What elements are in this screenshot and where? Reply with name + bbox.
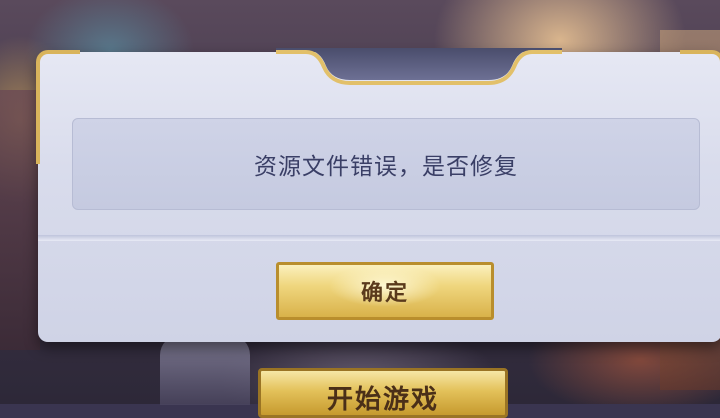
- background-character-left: [0, 90, 40, 350]
- dialog-divider: [38, 235, 720, 241]
- background-character-bottom: [160, 335, 250, 405]
- dialog-crest-ornament: [276, 48, 562, 85]
- confirm-button[interactable]: 确定: [276, 262, 494, 320]
- dialog-gold-border-right: [680, 50, 720, 94]
- message-panel: 资源文件错误，是否修复: [72, 118, 700, 210]
- dialog-message: 资源文件错误，是否修复: [254, 154, 518, 180]
- repair-dialog: 资源文件错误，是否修复 确定: [36, 48, 720, 342]
- confirm-button-label: 确定: [360, 281, 409, 306]
- start-game-label: 开始游戏: [326, 385, 439, 415]
- start-game-button[interactable]: 开始游戏: [258, 368, 508, 418]
